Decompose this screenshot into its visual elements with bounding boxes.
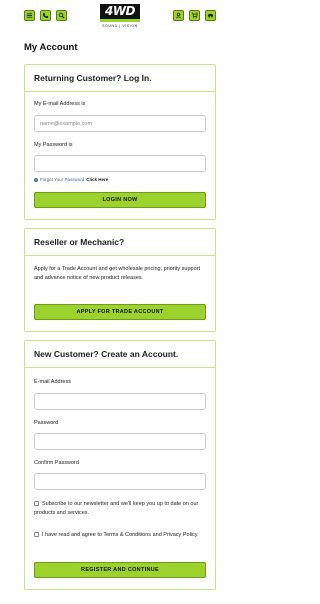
newsletter-label: Subscribe to our newsletter and we'll ke… (34, 501, 199, 516)
register-password-input[interactable] (34, 433, 206, 450)
login-password-label: My Password is (34, 142, 73, 148)
forgot-password: ? Forgot Your Password Click Here (34, 177, 108, 182)
help-icon: ? (34, 177, 38, 182)
terms-checkbox[interactable] (34, 532, 39, 537)
car-icon[interactable] (205, 10, 216, 21)
register-button[interactable]: REGISTER AND CONTINUE (34, 562, 206, 578)
search-icon[interactable] (56, 10, 67, 21)
reseller-title: Reseller or Mechanic? (25, 229, 215, 256)
confirm-password-label: Confirm Password (34, 460, 79, 466)
confirm-password-input[interactable] (34, 473, 206, 490)
reseller-description: Apply for a Trade Account and get wholes… (34, 266, 201, 281)
newsletter-checkbox[interactable] (34, 501, 39, 506)
login-title: Returning Customer? Log In. (25, 65, 215, 92)
forgot-password-link[interactable]: Click Here (86, 177, 108, 182)
register-email-label: E-mail Address (34, 379, 71, 385)
page-title: My Account (24, 42, 78, 53)
terms-label: I have read and agree to Terms & Conditi… (42, 532, 199, 538)
login-card: Returning Customer? Log In. My E-mail Ad… (24, 64, 216, 220)
register-title: New Customer? Create an Account. (25, 341, 215, 368)
menu-icon[interactable] (24, 10, 35, 21)
apply-trade-account-button[interactable]: APPLY FOR TRADE ACCOUNT (34, 304, 206, 320)
newsletter-option: Subscribe to our newsletter and we'll ke… (34, 500, 206, 517)
register-password-label: Password (34, 420, 59, 426)
logo-mark: 4WD (100, 4, 140, 22)
account-icon[interactable] (173, 10, 184, 21)
cart-icon[interactable] (189, 10, 200, 21)
register-email-input[interactable] (34, 393, 206, 410)
login-email-label: My E-mail Address is (34, 101, 86, 107)
reseller-card: Reseller or Mechanic? Apply for a Trade … (24, 228, 216, 332)
login-email-input[interactable] (34, 115, 206, 132)
phone-icon[interactable] (40, 10, 51, 21)
login-password-input[interactable] (34, 155, 206, 172)
login-button[interactable]: LOGIN NOW (34, 192, 206, 208)
site-header: 4WD SOUND | VISION (0, 0, 240, 34)
site-logo[interactable]: 4WD SOUND | VISION (99, 4, 141, 31)
logo-tagline: SOUND | VISION (102, 24, 138, 28)
register-card: New Customer? Create an Account. E-mail … (24, 340, 216, 590)
terms-option: I have read and agree to Terms & Conditi… (34, 531, 206, 540)
forgot-password-text: Forgot Your Password (40, 177, 85, 182)
